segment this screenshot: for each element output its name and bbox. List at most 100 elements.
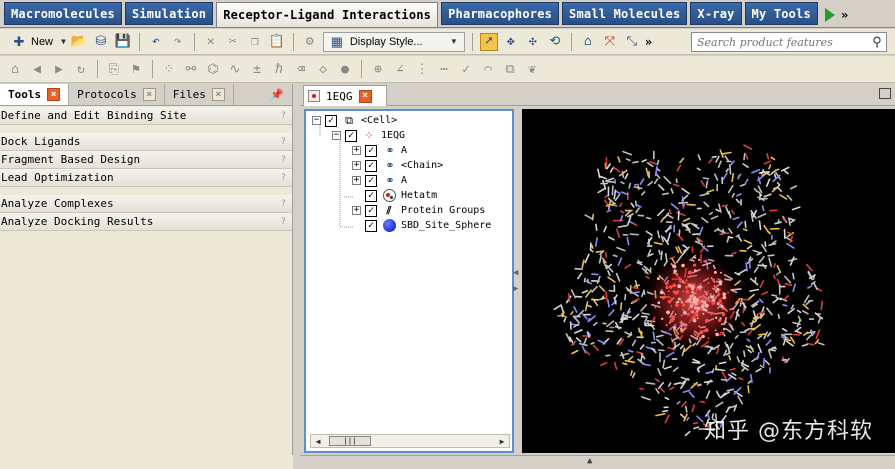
visibility-checkbox[interactable]: ✓ bbox=[365, 174, 377, 187]
scroll-right-icon[interactable]: ▶ bbox=[495, 437, 509, 446]
superimpose-icon[interactable]: ⧉ bbox=[501, 60, 519, 78]
tree-node-chain-a2[interactable]: + ✓ ⚭ A bbox=[352, 173, 407, 188]
splitter-collapse-left-icon[interactable]: ◀ bbox=[513, 268, 518, 278]
tree-node-chain[interactable]: + ✓ ⚭ <Chain> bbox=[352, 158, 443, 173]
tab-protocols[interactable]: Protocols × bbox=[69, 84, 165, 105]
molecule-3d-viewer[interactable]: 知乎 @东方科软 bbox=[522, 109, 895, 453]
visibility-checkbox[interactable]: ✓ bbox=[365, 204, 377, 217]
save-icon[interactable]: 💾 bbox=[114, 33, 132, 51]
visibility-checkbox[interactable]: ✓ bbox=[345, 129, 357, 142]
tool-fragment-based-design[interactable]: Fragment Based Design ? bbox=[0, 151, 292, 169]
toolbar-overflow-icon[interactable]: » bbox=[645, 35, 652, 49]
tab-files[interactable]: Files × bbox=[165, 84, 234, 105]
paste-icon[interactable]: 📋 bbox=[268, 33, 286, 51]
maximize-icon[interactable] bbox=[879, 88, 891, 99]
tab-1eqg[interactable]: 1EQG × bbox=[303, 85, 387, 106]
tab-receptor-ligand-interactions[interactable]: Receptor-Ligand Interactions bbox=[216, 2, 439, 27]
help-icon[interactable]: ? bbox=[281, 217, 286, 227]
ring-tool-icon[interactable]: ⌬ bbox=[204, 60, 222, 78]
zoom-fit-icon[interactable]: ⤡ bbox=[623, 33, 641, 51]
sphere-tool-icon[interactable]: ● bbox=[336, 60, 354, 78]
search-input[interactable] bbox=[697, 35, 868, 49]
select-pointer-icon[interactable]: ➚ bbox=[479, 32, 498, 51]
help-icon[interactable]: ? bbox=[281, 155, 286, 165]
chain-tool-icon[interactable]: ∿ bbox=[226, 60, 244, 78]
help-icon[interactable]: ? bbox=[281, 111, 286, 121]
help-icon[interactable]: ? bbox=[281, 137, 286, 147]
tab-simulation[interactable]: Simulation bbox=[124, 2, 214, 25]
tree-node-sbd-site-sphere[interactable]: ✓ SBD_Site_Sphere bbox=[365, 218, 491, 233]
hydrogen-tool-icon[interactable]: ℏ bbox=[270, 60, 288, 78]
scrollbar-thumb[interactable]: ||| bbox=[329, 436, 371, 446]
expand-icon[interactable]: + bbox=[352, 161, 361, 170]
tree-node-hetatm[interactable]: ✓ Hetatm bbox=[365, 188, 437, 203]
scroll-left-icon[interactable]: ◀ bbox=[311, 437, 325, 446]
delete-icon[interactable]: ✕ bbox=[202, 33, 220, 51]
home-icon[interactable]: ⌂ bbox=[6, 60, 24, 78]
tool-lead-optimization[interactable]: Lead Optimization ? bbox=[0, 169, 292, 187]
help-icon[interactable]: ? bbox=[281, 199, 286, 209]
expand-icon[interactable]: + bbox=[352, 146, 361, 155]
expand-up-icon[interactable]: ▲ bbox=[587, 456, 592, 466]
tree-node-chain-a[interactable]: + ✓ ⚭ A bbox=[352, 143, 407, 158]
measure-torsion-icon[interactable]: ⋮ bbox=[413, 60, 431, 78]
check-geometry-icon[interactable]: ✓ bbox=[457, 60, 475, 78]
atom-tool-icon[interactable]: ⁘ bbox=[160, 60, 178, 78]
refresh-icon[interactable]: ↻ bbox=[72, 60, 90, 78]
new-dropdown-icon[interactable]: ▼ bbox=[61, 37, 66, 46]
measure-angle-icon[interactable]: ∠ bbox=[391, 60, 409, 78]
tree-node-protein-groups[interactable]: + ✓ ⫽ Protein Groups bbox=[352, 203, 485, 218]
visibility-checkbox[interactable]: ✓ bbox=[325, 114, 337, 127]
back-arrow-icon[interactable]: ◀ bbox=[28, 60, 46, 78]
search-icon[interactable]: ⚲ bbox=[868, 35, 886, 50]
tree-node-cell[interactable]: − ✓ ⧉ <Cell> bbox=[312, 113, 397, 128]
open-server-icon[interactable]: ⛁ bbox=[92, 33, 110, 51]
tool-analyze-complexes[interactable]: Analyze Complexes ? bbox=[0, 195, 292, 213]
tab-x-ray[interactable]: X-ray bbox=[690, 2, 742, 25]
visibility-checkbox[interactable]: ✓ bbox=[365, 189, 377, 202]
expand-icon[interactable]: + bbox=[352, 176, 361, 185]
collapse-icon[interactable]: − bbox=[332, 131, 341, 140]
tab-small-molecules[interactable]: Small Molecules bbox=[562, 2, 688, 25]
close-icon[interactable]: × bbox=[211, 88, 225, 101]
tab-macromolecules[interactable]: Macromolecules bbox=[4, 2, 122, 25]
open-folder-icon[interactable]: 📂 bbox=[70, 33, 88, 51]
copy-icon[interactable]: ❐ bbox=[246, 33, 264, 51]
close-icon[interactable]: × bbox=[142, 88, 156, 101]
visibility-checkbox[interactable]: ✓ bbox=[365, 159, 377, 172]
tool-dock-ligands[interactable]: Dock Ligands ? bbox=[0, 133, 292, 151]
new-button[interactable]: ✚ New bbox=[6, 33, 57, 51]
tab-my-tools[interactable]: My Tools bbox=[744, 2, 818, 25]
translate-icon[interactable]: ✥ bbox=[502, 33, 520, 51]
minimize-icon[interactable]: ⌒ bbox=[479, 60, 497, 78]
tool-define-binding-site[interactable]: Define and Edit Binding Site ? bbox=[0, 107, 292, 125]
tool-analyze-docking-results[interactable]: Analyze Docking Results ? bbox=[0, 213, 292, 231]
clean-tool-icon[interactable]: ◇ bbox=[314, 60, 332, 78]
hbond-icon[interactable]: ⋯ bbox=[435, 60, 453, 78]
visibility-checkbox[interactable]: ✓ bbox=[365, 144, 377, 157]
visibility-checkbox[interactable]: ✓ bbox=[365, 219, 377, 232]
fit-to-screen-icon[interactable]: ⤧ bbox=[601, 33, 619, 51]
surface-icon[interactable]: ❦ bbox=[523, 60, 541, 78]
redo-icon[interactable]: ↷ bbox=[169, 33, 187, 51]
measure-distance-icon[interactable]: ⊕ bbox=[369, 60, 387, 78]
run-icon[interactable] bbox=[824, 7, 835, 22]
undo-icon[interactable]: ↶ bbox=[147, 33, 165, 51]
charge-tool-icon[interactable]: ± bbox=[248, 60, 266, 78]
tab-pharmacophores[interactable]: Pharmacophores bbox=[441, 2, 560, 25]
splitter-expand-right-icon[interactable]: ▶ bbox=[513, 284, 518, 294]
overflow-chevron-icon[interactable]: » bbox=[841, 8, 848, 22]
close-icon[interactable]: × bbox=[358, 89, 372, 103]
collapse-icon[interactable]: − bbox=[312, 116, 321, 125]
close-icon[interactable]: × bbox=[47, 88, 61, 101]
flag-icon[interactable]: ⚑ bbox=[127, 60, 145, 78]
tab-tools[interactable]: Tools × bbox=[0, 84, 70, 105]
settings-icon[interactable]: ⚙ bbox=[301, 33, 319, 51]
horizontal-scrollbar[interactable]: ◀ ||| ▶ bbox=[310, 434, 510, 448]
erase-tool-icon[interactable]: ⌫ bbox=[292, 60, 310, 78]
display-style-button[interactable]: ▦ Display Style... ▼ bbox=[322, 31, 465, 52]
cut-icon[interactable]: ✂ bbox=[224, 33, 242, 51]
tree-node-molecule[interactable]: − ✓ ⁘ 1EQG bbox=[332, 128, 405, 143]
expand-icon[interactable]: + bbox=[352, 206, 361, 215]
home-view-icon[interactable]: ⌂ bbox=[579, 33, 597, 51]
